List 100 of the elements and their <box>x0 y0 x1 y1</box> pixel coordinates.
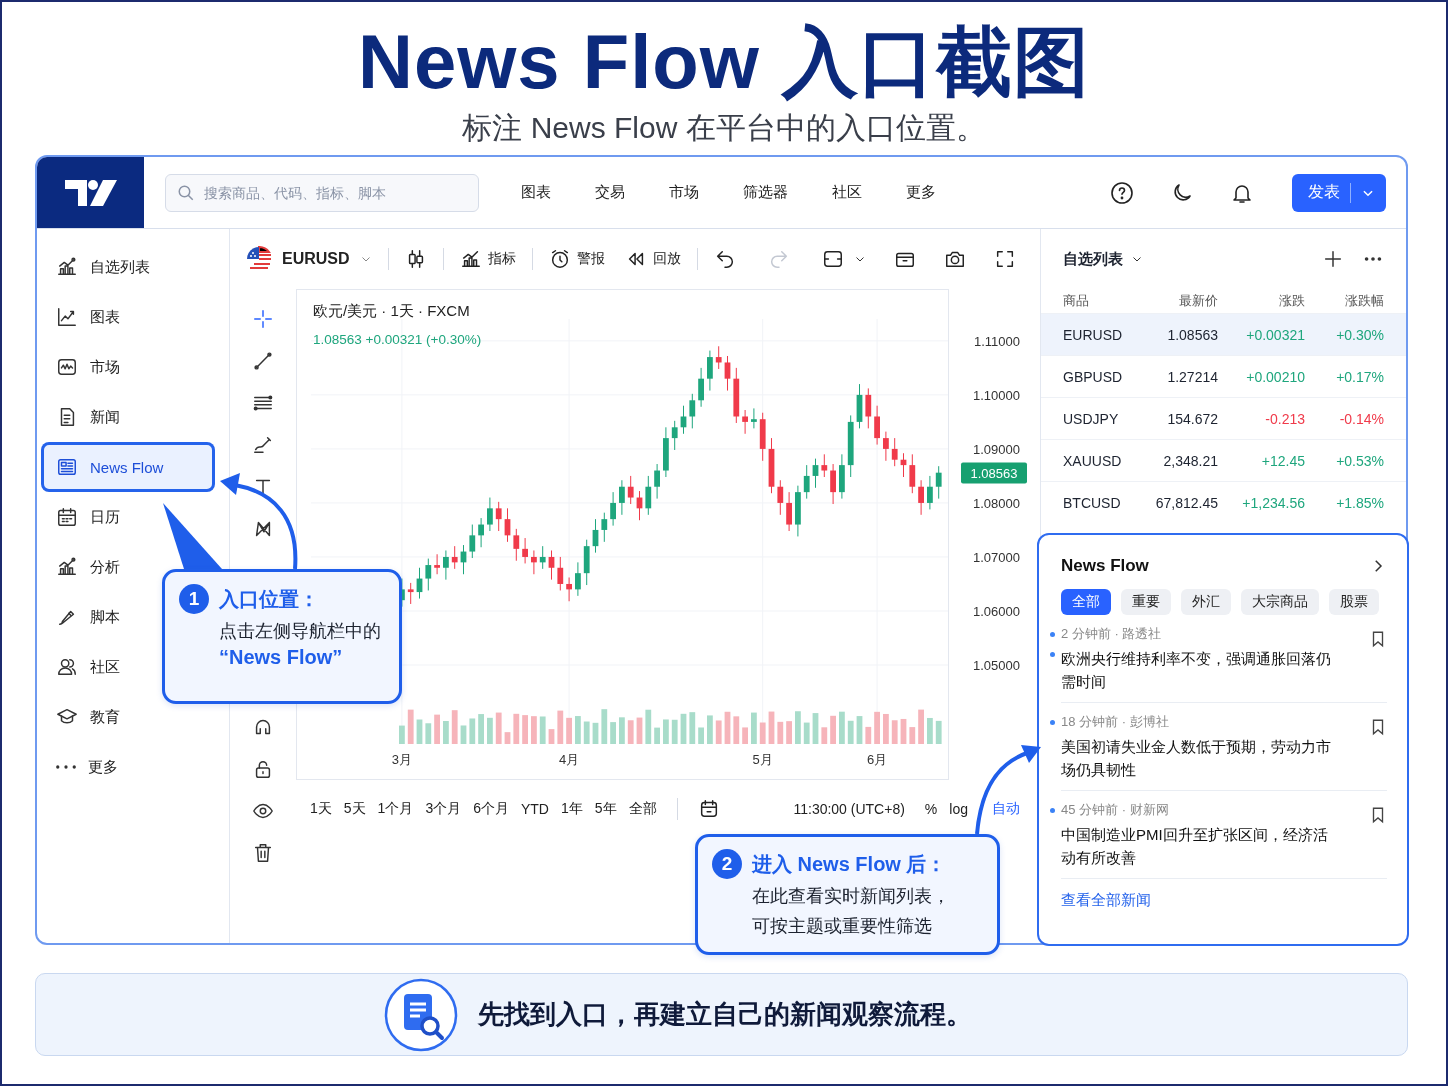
watchlist-title[interactable]: 自选列表 <box>1063 249 1123 269</box>
column-header: 涨跌幅 <box>1344 292 1384 310</box>
watchlist-row[interactable]: USDJPY 154.672 -0.213 -0.14% <box>1041 397 1406 439</box>
candlestick <box>707 350 713 392</box>
candlestick <box>487 497 493 532</box>
news-headline[interactable]: 美国初请失业金人数低于预期，劳动力市场仍具韧性 <box>1061 735 1340 781</box>
month-label: 5月 <box>752 752 773 767</box>
filter-chip[interactable]: 外汇 <box>1181 589 1231 615</box>
candlestick <box>698 367 704 408</box>
flag-icon <box>246 246 272 272</box>
column-header: 涨跌 <box>1278 292 1305 310</box>
range-button[interactable]: 5年 <box>594 800 617 818</box>
table-cell-text: BTCUSD <box>1063 494 1122 511</box>
nav-link[interactable]: 交易 <box>595 183 625 202</box>
sidebar-item[interactable]: 自选列表 <box>42 243 166 291</box>
candlestick <box>671 420 678 451</box>
view-all-link[interactable]: 查看全部新闻 <box>1061 891 1387 910</box>
layout-icon[interactable] <box>822 248 844 270</box>
range-button[interactable]: 全部 <box>628 800 657 818</box>
candlestick <box>909 453 916 494</box>
indicators-button[interactable]: 指标 <box>487 250 516 268</box>
candlestick <box>918 479 924 516</box>
nav-link[interactable]: 市场 <box>669 183 699 202</box>
sidebar-item[interactable]: 新闻 <box>42 393 136 441</box>
candlestick <box>891 437 898 467</box>
publish-button[interactable]: 发表 <box>1292 173 1386 212</box>
range-button[interactable]: 1天 <box>310 800 332 818</box>
news-meta: 18 分钟前 · 彭博社 <box>1061 713 1169 731</box>
search-field[interactable]: 搜索商品、代码、指标、脚本 <box>165 173 479 212</box>
candlestick <box>883 431 889 462</box>
sidebar-item[interactable]: 日历 <box>42 493 136 541</box>
candlestick <box>742 409 748 435</box>
last-price-label: 1.08563 <box>961 462 1027 484</box>
chart-title: 欧元/美元 · 1天 · FXCM <box>313 302 470 319</box>
auto-toggle[interactable]: 自动 <box>992 800 1020 818</box>
plus-icon[interactable] <box>1322 248 1344 270</box>
range-button[interactable]: 5天 <box>343 800 366 818</box>
watchlist-row[interactable]: BTCUSD 67,812.45 +1,234.56 +1.85% <box>1041 481 1406 523</box>
news-headline[interactable]: 欧洲央行维持利率不变，强调通胀回落仍需时间 <box>1061 647 1340 693</box>
percent-toggle[interactable]: % <box>924 801 938 817</box>
candlestick <box>830 463 836 505</box>
range-button[interactable]: YTD <box>521 801 549 817</box>
price-label: 1.05000 <box>973 658 1020 673</box>
range-button[interactable]: 1年 <box>561 800 583 818</box>
watchlist-row[interactable]: GBPUSD 1.27214 +0.00210 +0.17% <box>1041 355 1406 397</box>
watchlist-row[interactable]: XAUUSD 2,348.21 +12.45 +0.53% <box>1041 439 1406 481</box>
table-cell-text: +1,234.56 <box>1241 494 1305 511</box>
candlestick <box>777 479 784 516</box>
watchlist-row[interactable]: EURUSD 1.08563 +0.00321 +0.30% <box>1041 313 1406 355</box>
table-cell-text: 2,348.21 <box>1162 452 1218 469</box>
sidebar-item[interactable]: 教育 <box>42 693 136 741</box>
candlestick <box>803 464 810 500</box>
candlestick <box>751 407 757 429</box>
timezone-label[interactable]: 11:30:00 (UTC+8) <box>793 801 905 817</box>
logo-icon[interactable] <box>37 157 144 228</box>
sidebar-item[interactable]: 图表 <box>42 293 136 341</box>
nav-link[interactable]: 社区 <box>832 183 862 202</box>
candlestick <box>610 491 616 527</box>
column-header: 商品 <box>1063 292 1090 310</box>
candlestick <box>495 501 502 532</box>
filter-chip[interactable]: 股票 <box>1329 589 1379 615</box>
range-button[interactable]: 3个月 <box>425 800 462 818</box>
nav-link[interactable]: 筛选器 <box>743 183 788 202</box>
sidebar-item[interactable]: 更多 <box>42 743 134 791</box>
bullet-dot <box>1050 807 1055 813</box>
nav-link[interactable]: 更多 <box>906 183 936 202</box>
candlestick <box>935 465 942 500</box>
log-toggle[interactable]: log <box>949 801 968 817</box>
range-button[interactable]: 6个月 <box>473 800 509 818</box>
price-label: 1.10000 <box>973 387 1020 403</box>
filter-chip[interactable]: 大宗商品 <box>1241 589 1319 615</box>
nav-link[interactable]: 图表 <box>521 183 551 202</box>
more-icon <box>56 765 76 769</box>
sidebar-item[interactable]: 脚本 <box>42 593 136 641</box>
filter-chip[interactable]: 全部 <box>1061 589 1111 615</box>
sidebar-item[interactable]: News Flow <box>42 443 214 491</box>
symbol-selector[interactable]: EURUSD <box>282 250 350 268</box>
trend-line-icon <box>252 350 274 372</box>
callout-text: 在此查看实时新闻列表， 可按主题或重要性筛选 <box>752 885 951 938</box>
fullscreen-icon[interactable] <box>994 248 1016 270</box>
sidebar-item[interactable]: 社区 <box>42 643 136 691</box>
sidebar-item[interactable]: 分析 <box>42 543 136 591</box>
news-headline[interactable]: 中国制造业PMI回升至扩张区间，经济活动有所改善 <box>1061 823 1340 869</box>
candlestick <box>715 345 722 370</box>
table-cell-text: +1.85% <box>1335 494 1384 511</box>
range-button[interactable]: 1个月 <box>377 800 414 818</box>
filter-chip[interactable]: 重要 <box>1121 589 1171 615</box>
sidebar-item[interactable]: 市场 <box>42 343 136 391</box>
price-label: 1.06000 <box>973 604 1020 619</box>
candlestick <box>434 553 440 575</box>
panel-title: News Flow <box>1061 556 1149 576</box>
candlestick <box>513 528 520 562</box>
replay-button[interactable]: 回放 <box>652 250 681 268</box>
help-icon[interactable] <box>1110 180 1134 205</box>
alert-button[interactable]: 警报 <box>576 250 605 268</box>
table-cell-text: +0.17% <box>1335 368 1384 385</box>
table-cell-text: 67,812.45 <box>1154 494 1218 511</box>
indicators-icon[interactable] <box>459 248 482 270</box>
bullet-dot <box>1050 719 1055 725</box>
candlestick <box>874 405 880 446</box>
